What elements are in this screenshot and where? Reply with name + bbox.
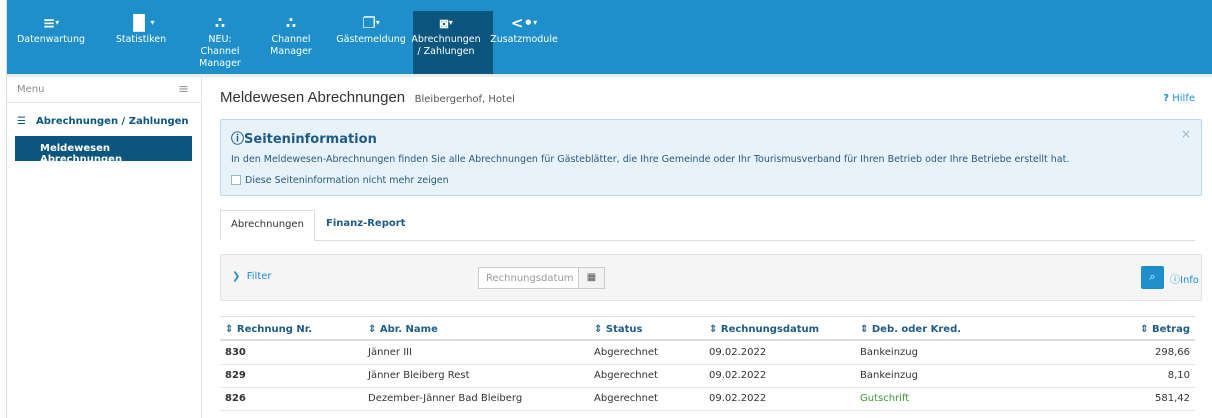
search-button[interactable]: ⌕ <box>1141 266 1164 289</box>
cell-date: 09.02.2022 <box>709 370 767 381</box>
sidebar-item-meldewesen-abrechnungen[interactable]: Meldewesen Abrechnungen <box>15 136 192 165</box>
cell-type: Gutschrift <box>860 393 910 404</box>
sitemap-icon: ∴ <box>214 14 226 32</box>
bar-chart-icon: ▐▌▾ <box>127 14 155 32</box>
sidebar-section-abrechnungen[interactable]: ☰ Abrechnungen / Zahlungen <box>7 116 201 132</box>
col-header-betrag[interactable]: ⇕ Betrag <box>1140 324 1190 335</box>
nav-label: Zusatzmodule <box>490 34 558 45</box>
checkbox[interactable] <box>231 175 241 185</box>
nav-neu-channel-manager[interactable]: ∴ NEU: Channel Manager <box>188 14 252 70</box>
info-panel-text: In den Meldewesen-Abrechnungen finden Si… <box>231 154 1070 165</box>
nav-label-line2: / Zahlungen <box>417 46 475 57</box>
help-label: Hilfe <box>1172 93 1195 104</box>
info-circle-icon: ⓘ <box>1170 275 1180 286</box>
question-icon: ? <box>1163 93 1170 104</box>
help-link[interactable]: ? Hilfe <box>1163 93 1195 104</box>
info-title-text: Seiteninformation <box>244 132 377 147</box>
table-header: ⇕ Rechnung Nr. ⇕ Abr. Name ⇕ Status ⇕ Re… <box>220 316 1195 341</box>
col-header-status[interactable]: ⇕ Status <box>594 324 642 335</box>
nav-label: Statistiken <box>115 34 167 45</box>
cell-date: 09.02.2022 <box>709 347 767 358</box>
col-header-deb-kred[interactable]: ⇕ Deb. oder Kred. <box>860 324 961 335</box>
info-link-label: Info <box>1180 275 1199 286</box>
tab-finanz-report[interactable]: Finanz-Report <box>316 210 415 241</box>
sidebar-section-label: Abrechnungen / Zahlungen <box>36 116 189 127</box>
nav-label: Gästemeldung <box>336 34 406 45</box>
invoice-date-input[interactable]: Rechnungsdatum <box>478 267 579 289</box>
nav-label: Channel <box>271 34 311 45</box>
filter-label: Filter <box>246 271 272 282</box>
cell-amount: 298,66 <box>1155 347 1190 358</box>
sidebar: Menu ≡ ☰ Abrechnungen / Zahlungen Meldewe… <box>7 77 202 418</box>
table-row[interactable]: 829 Jänner Bleiberg Rest Abgerechnet 09.… <box>220 365 1195 388</box>
cell-invoice-nr: 829 <box>225 370 246 381</box>
info-circle-icon: ⓘ <box>231 132 245 147</box>
search-icon: ⌕ <box>1149 270 1156 283</box>
table-row[interactable]: 830 Jänner III Abgerechnet 09.02.2022 Ba… <box>220 342 1195 365</box>
cell-status: Abgerechnet <box>594 370 658 381</box>
info-panel: ⓘSeiteninformation × In den Meldewesen-A… <box>220 119 1202 196</box>
nav-gaestemeldung[interactable]: ❐▾ Gästemeldung <box>335 14 407 46</box>
header-label: Status <box>605 324 643 335</box>
cell-type: Bankeinzug <box>860 370 918 381</box>
window-edge <box>0 0 7 418</box>
nav-label-line2: Manager <box>199 58 241 69</box>
header-label: Deb. oder Kred. <box>871 324 962 335</box>
bed-icon: ≡▾ <box>42 14 60 32</box>
calendar-icon[interactable]: ▦ <box>578 267 605 289</box>
cell-amount: 8,10 <box>1167 370 1190 381</box>
nav-datenwartung[interactable]: ≡▾ Datenwartung <box>13 14 89 46</box>
cell-name: Jänner III <box>368 347 413 358</box>
tab-abrechnungen[interactable]: Abrechnungen <box>220 210 315 241</box>
hamburger-icon[interactable]: ≡ <box>178 82 189 97</box>
sidebar-menu-header: Menu ≡ <box>7 77 201 103</box>
nav-statistiken[interactable]: ▐▌▾ Statistiken <box>111 14 171 46</box>
col-header-rechnungsdatum[interactable]: ⇕ Rechnungsdatum <box>709 324 819 335</box>
nav-label-line2: Manager <box>270 46 312 57</box>
cell-name: Jänner Bleiberg Rest <box>368 370 470 381</box>
info-panel-title: ⓘSeiteninformation <box>231 128 377 147</box>
cell-invoice-nr: 826 <box>225 393 246 404</box>
page-title: Meldewesen Abrechnungen <box>220 89 406 106</box>
tab-bar: Abrechnungen Finanz-Report <box>220 210 1195 241</box>
cell-type: Bankeinzug <box>860 347 918 358</box>
header-label: Rechnungsdatum <box>720 324 820 335</box>
info-link[interactable]: ⓘInfo <box>1170 271 1199 286</box>
cell-invoice-nr: 830 <box>225 347 246 358</box>
checkbox-label: Diese Seiteninformation nicht mehr zeige… <box>245 175 449 186</box>
cell-status: Abgerechnet <box>594 393 658 404</box>
nav-label: Abrechnungen <box>411 34 481 45</box>
list-icon: ☰ <box>17 116 26 127</box>
nav-zusatzmodule[interactable]: <•▾ Zusatzmodule <box>486 14 562 46</box>
filter-toggle[interactable]: ❯ Filter <box>232 271 272 282</box>
nav-channel-manager[interactable]: ∴ Channel Manager <box>263 14 319 58</box>
cell-name: Dezember-Jänner Bad Bleiberg <box>368 393 523 404</box>
cell-status: Abgerechnet <box>594 347 658 358</box>
filter-bar: ❯ Filter Rechnungsdatum ▦ ⌕ ⓘInfo <box>220 254 1202 301</box>
chevron-right-icon: ❯ <box>232 271 241 282</box>
nav-label: NEU: Channel <box>200 34 240 57</box>
table-row[interactable]: 826 Dezember-Jänner Bad Bleiberg Abgerec… <box>220 388 1195 411</box>
money-icon: ⧇▾ <box>439 14 453 32</box>
page-subtitle: Bleibergerhof, Hotel <box>414 94 515 105</box>
header-label: Abr. Name <box>379 324 438 335</box>
col-header-abr-name[interactable]: ⇕ Abr. Name <box>368 324 438 335</box>
hide-info-checkbox[interactable]: Diese Seiteninformation nicht mehr zeige… <box>231 175 449 186</box>
nav-label: Datenwartung <box>16 34 86 45</box>
close-icon[interactable]: × <box>1181 127 1191 141</box>
nav-abrechnungen-zahlungen[interactable]: ⧇▾ Abrechnungen / Zahlungen <box>408 14 484 58</box>
title-row: Meldewesen Abrechnungen Bleibergerhof, H… <box>220 89 1195 109</box>
header-label: Betrag <box>1151 324 1190 335</box>
cell-amount: 581,42 <box>1155 393 1190 404</box>
cell-date: 09.02.2022 <box>709 393 767 404</box>
header-label: Rechnung Nr. <box>236 324 313 335</box>
menu-label: Menu <box>17 84 45 95</box>
share-icon: <•▾ <box>510 14 538 32</box>
col-header-rechnung-nr[interactable]: ⇕ Rechnung Nr. <box>225 324 312 335</box>
sitemap-icon: ∴ <box>285 14 297 32</box>
documents-icon: ❐▾ <box>362 14 380 32</box>
